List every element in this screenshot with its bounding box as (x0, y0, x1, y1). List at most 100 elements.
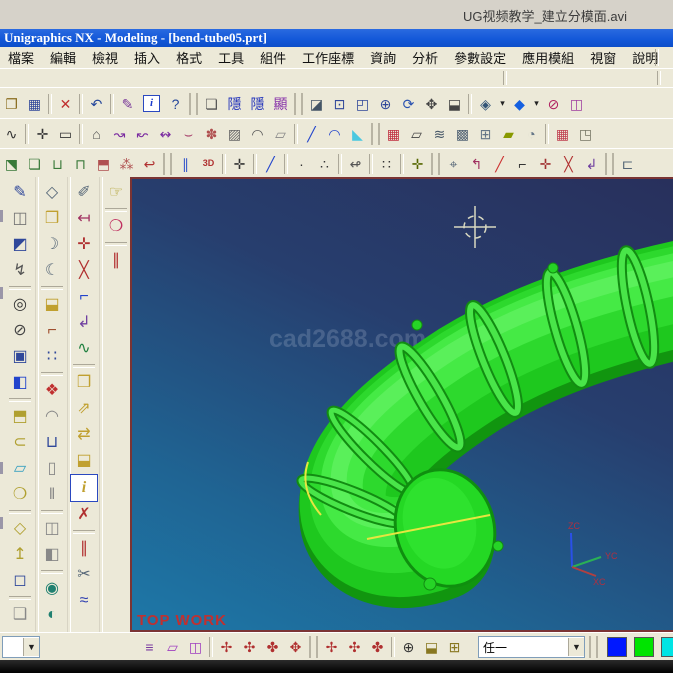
curve-trim-button[interactable]: ↰ (465, 153, 488, 175)
cross-plus-button[interactable]: ✛ (71, 232, 97, 258)
line-red-button[interactable]: ╱ (488, 153, 511, 175)
menu-item-2[interactable]: 編輯 (42, 49, 84, 68)
menu-item-3[interactable]: 檢視 (84, 49, 126, 68)
mold-split-button[interactable]: ⬔ (0, 153, 23, 175)
datum-csys-button[interactable]: ▣ (7, 344, 33, 370)
trimmed-sheet-button[interactable]: ◳ (574, 123, 597, 145)
view-orientation-dropdown-arrow[interactable]: ▾ (497, 93, 508, 115)
x-curve-button[interactable]: ╳ (71, 258, 97, 284)
surface-grid-button[interactable]: ▦ (551, 123, 574, 145)
split-window-button[interactable]: ◫ (565, 93, 588, 115)
patch-button[interactable]: ✂ (71, 562, 97, 588)
pocket-button[interactable]: ◻ (7, 568, 33, 594)
suppress-feature-button[interactable]: ⬓ (71, 448, 97, 474)
crescent-a-button[interactable]: ☽ (39, 232, 65, 258)
selection-scope-dropdown[interactable]: 任一 ▼ (478, 636, 585, 658)
zoom-box-button[interactable]: ◰ (351, 93, 374, 115)
mirror-feature-button[interactable]: ⇄ (71, 422, 97, 448)
curve-blend-button[interactable]: ✽ (200, 123, 223, 145)
snap-point-button[interactable]: ⊕ (397, 636, 420, 658)
point-feature-button[interactable]: ◧ (7, 370, 33, 396)
layer-settings-button[interactable]: ≡ (138, 636, 161, 658)
arc-button[interactable]: ◠ (323, 123, 346, 145)
wcs-origin-button[interactable]: ✣ (238, 636, 261, 658)
menu-item-1[interactable]: 檔案 (0, 49, 42, 68)
core-cavity-button[interactable]: ❏ (23, 153, 46, 175)
delete-dimension-button[interactable]: ✗ (71, 502, 97, 528)
revolve-button[interactable]: ⊂ (7, 430, 33, 456)
mesh-dome-button[interactable]: ◠ (39, 404, 65, 430)
cylinder-pair-button[interactable]: ‖ (39, 482, 65, 508)
graphics-viewport[interactable]: cad2688.com (130, 177, 673, 632)
csys-origin-button[interactable]: ✤ (366, 636, 389, 658)
layer-copy-button[interactable]: ◫ (184, 636, 207, 658)
menu-item-9[interactable]: 資詢 (362, 49, 404, 68)
hand-tool-button[interactable]: ☞ (103, 180, 129, 206)
bounded-plane-button[interactable]: ▰ (497, 123, 520, 145)
step-block-button[interactable]: ⌐ (39, 318, 65, 344)
bend-region-button[interactable]: ↩ (138, 153, 161, 175)
hatch-button[interactable]: ▨ (223, 123, 246, 145)
menu-item-5[interactable]: 格式 (168, 49, 210, 68)
pan-view-button[interactable]: ✥ (420, 93, 443, 115)
video-player-bar[interactable] (0, 660, 673, 673)
point-cloud-surface-button[interactable]: ▦ (382, 123, 405, 145)
j-arrow-button[interactable]: ↲ (71, 310, 97, 336)
solid-cube-button[interactable]: ⬓ (39, 292, 65, 318)
csys-inferred-button[interactable]: ✣ (343, 636, 366, 658)
delete-button[interactable]: ✕ (54, 93, 77, 115)
parallel-lines-button[interactable]: ∥ (174, 153, 197, 175)
undo-button[interactable]: ↶ (85, 93, 108, 115)
cage-button[interactable]: ⊔ (39, 430, 65, 456)
circular-surface-button[interactable]: ◔ (520, 123, 543, 145)
menu-item-14[interactable]: 說明 (624, 49, 666, 68)
menu-item-13[interactable]: 視窗 (582, 49, 624, 68)
wcs-rotate-button[interactable]: ✤ (261, 636, 284, 658)
through-curves-button[interactable]: ⊞ (474, 123, 497, 145)
color-swatch-blue[interactable] (607, 637, 627, 657)
rotate-view-button[interactable]: ⟳ (397, 93, 420, 115)
ruled-surface-button[interactable]: ▱ (405, 123, 428, 145)
box-pair-a-button[interactable]: ◫ (39, 516, 65, 542)
display-mode-dropdown-arrow[interactable]: ▾ (531, 93, 542, 115)
wcs-save-button[interactable]: ✥ (284, 636, 307, 658)
free-form-button[interactable]: ❍ (7, 482, 33, 508)
hide-selected-button[interactable]: 隱 (246, 93, 269, 115)
tube-button[interactable]: ◠ (246, 123, 269, 145)
plus-button[interactable]: ✛ (406, 153, 429, 175)
title-bar[interactable]: Unigraphics NX - Modeling - [bend-tube05… (0, 29, 673, 47)
profile-curve-button[interactable]: ⌂ (85, 123, 108, 145)
open-book-button[interactable]: ❖ (39, 378, 65, 404)
clip-section-button[interactable]: ⊘ (542, 93, 565, 115)
menu-item-6[interactable]: 工具 (210, 49, 252, 68)
dashed-cylinder-button[interactable]: ▯ (39, 456, 65, 482)
bridge-curve-button[interactable]: ⌣ (177, 123, 200, 145)
wcs-dynamics-button[interactable]: ✢ (215, 636, 238, 658)
hide-button[interactable]: 隱 (223, 93, 246, 115)
fit-view-button[interactable]: ⊡ (328, 93, 351, 115)
curve-hook-button[interactable]: ↤ (71, 206, 97, 232)
sheet-body-button[interactable]: ▱ (269, 123, 292, 145)
hole-pattern-button[interactable]: ∷ (39, 344, 65, 370)
sweep-button[interactable]: ↯ (7, 258, 33, 284)
menu-item-10[interactable]: 分析 (404, 49, 446, 68)
trim-parallel-button[interactable]: ∥ (71, 536, 97, 562)
region-button[interactable]: ⁂ (115, 153, 138, 175)
wave-curve-button[interactable]: ∿ (71, 336, 97, 362)
curve-chamfer-button[interactable]: ↜ (131, 123, 154, 145)
curve-fillet-button[interactable]: ↝ (108, 123, 131, 145)
boss-button[interactable]: ↥ (7, 542, 33, 568)
cube-button[interactable]: ❑ (7, 602, 33, 628)
refresh-view-button[interactable]: ◪ (305, 93, 328, 115)
split-body-button[interactable]: ◩ (7, 232, 33, 258)
extrude-wire-button[interactable]: ◫ (7, 206, 33, 232)
open-file-button[interactable]: ❐ (0, 93, 23, 115)
chevron-down-icon[interactable]: ▼ (568, 638, 584, 656)
point-dot-button[interactable]: · (290, 153, 313, 175)
point-button[interactable]: ✛ (31, 123, 54, 145)
offset-curve-button[interactable]: ↭ (154, 123, 177, 145)
color-swatch-cyan[interactable] (661, 637, 673, 657)
layer-visible-button[interactable]: ▱ (161, 636, 184, 658)
sew-button[interactable]: ≈ (71, 588, 97, 614)
studio-spline-button[interactable]: ∿ (0, 123, 23, 145)
